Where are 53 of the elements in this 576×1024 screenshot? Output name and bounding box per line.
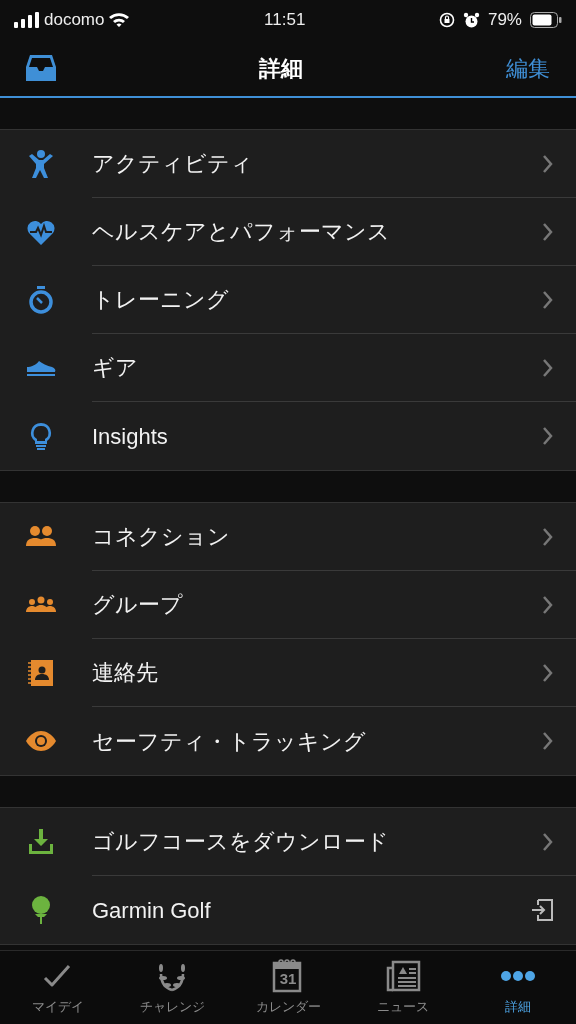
menu-label: Garmin Golf xyxy=(92,896,211,925)
chevron-icon xyxy=(542,357,554,378)
menu-row[interactable]: 連絡先 xyxy=(0,639,576,707)
menu-row[interactable]: セーフティ・トラッキング xyxy=(0,707,576,775)
calendar-day: 31 xyxy=(270,971,306,987)
menu-label: Insights xyxy=(92,422,168,451)
menu-row[interactable]: Garmin Golf xyxy=(0,876,576,944)
menu-row[interactable]: ゴルフコースをダウンロード xyxy=(0,808,576,876)
chevron-icon xyxy=(542,662,554,683)
menu-label: ギア xyxy=(92,354,138,382)
page-title: 詳細 xyxy=(259,54,303,83)
chevron-icon xyxy=(542,831,554,852)
menu-label: セーフティ・トラッキング xyxy=(92,727,366,756)
chevron-icon xyxy=(542,426,554,446)
tab-item[interactable]: マイデイ xyxy=(0,951,116,1024)
edit-button[interactable]: 編集 xyxy=(506,51,550,85)
chevron-icon xyxy=(542,153,554,174)
exit-icon xyxy=(530,898,554,922)
menu-label: トレーニング xyxy=(92,286,229,314)
menu-row[interactable]: ヘルスケアとパフォーマンス xyxy=(0,198,576,266)
signal-icon xyxy=(14,12,40,28)
menu-row[interactable]: Insights xyxy=(0,402,576,470)
menu-row[interactable]: ギア xyxy=(0,334,576,402)
battery-percent: 79% xyxy=(487,9,522,32)
menu-label: ゴルフコースをダウンロード xyxy=(92,828,389,856)
menu-row[interactable]: コネクション xyxy=(0,503,576,571)
tab-item[interactable]: チャレンジ xyxy=(115,951,231,1024)
menu-label: コネクション xyxy=(92,523,230,551)
alarm-icon xyxy=(462,11,480,29)
tab-item[interactable]: ニュース xyxy=(345,951,461,1024)
menu-row[interactable]: アクティビティ xyxy=(0,130,576,198)
chevron-icon xyxy=(542,731,554,751)
inbox-icon[interactable] xyxy=(26,55,56,81)
menu-label: ヘルスケアとパフォーマンス xyxy=(92,218,390,246)
carrier-name: docomo xyxy=(44,9,105,32)
menu-label: 連絡先 xyxy=(92,659,158,687)
tab-item[interactable]: 詳細 xyxy=(460,951,576,1024)
chevron-icon xyxy=(542,289,554,310)
chevron-icon xyxy=(542,526,554,547)
menu-label: アクティビティ xyxy=(92,150,253,178)
rotation-lock-icon xyxy=(438,12,455,28)
menu-row[interactable]: グループ xyxy=(0,571,576,639)
stopwatch-icon xyxy=(26,285,56,315)
battery-icon xyxy=(530,12,562,28)
more-icon xyxy=(500,970,537,983)
wifi-icon xyxy=(108,12,131,28)
contact-book-icon xyxy=(26,658,56,688)
menu-row[interactable]: トレーニング xyxy=(0,266,576,334)
chevron-icon xyxy=(542,221,554,242)
menu-label: グループ xyxy=(92,591,183,619)
tab-item[interactable]: 31 カレンダー xyxy=(230,951,346,1024)
status-time: 11:51 xyxy=(264,9,306,32)
chevron-icon xyxy=(542,594,554,615)
